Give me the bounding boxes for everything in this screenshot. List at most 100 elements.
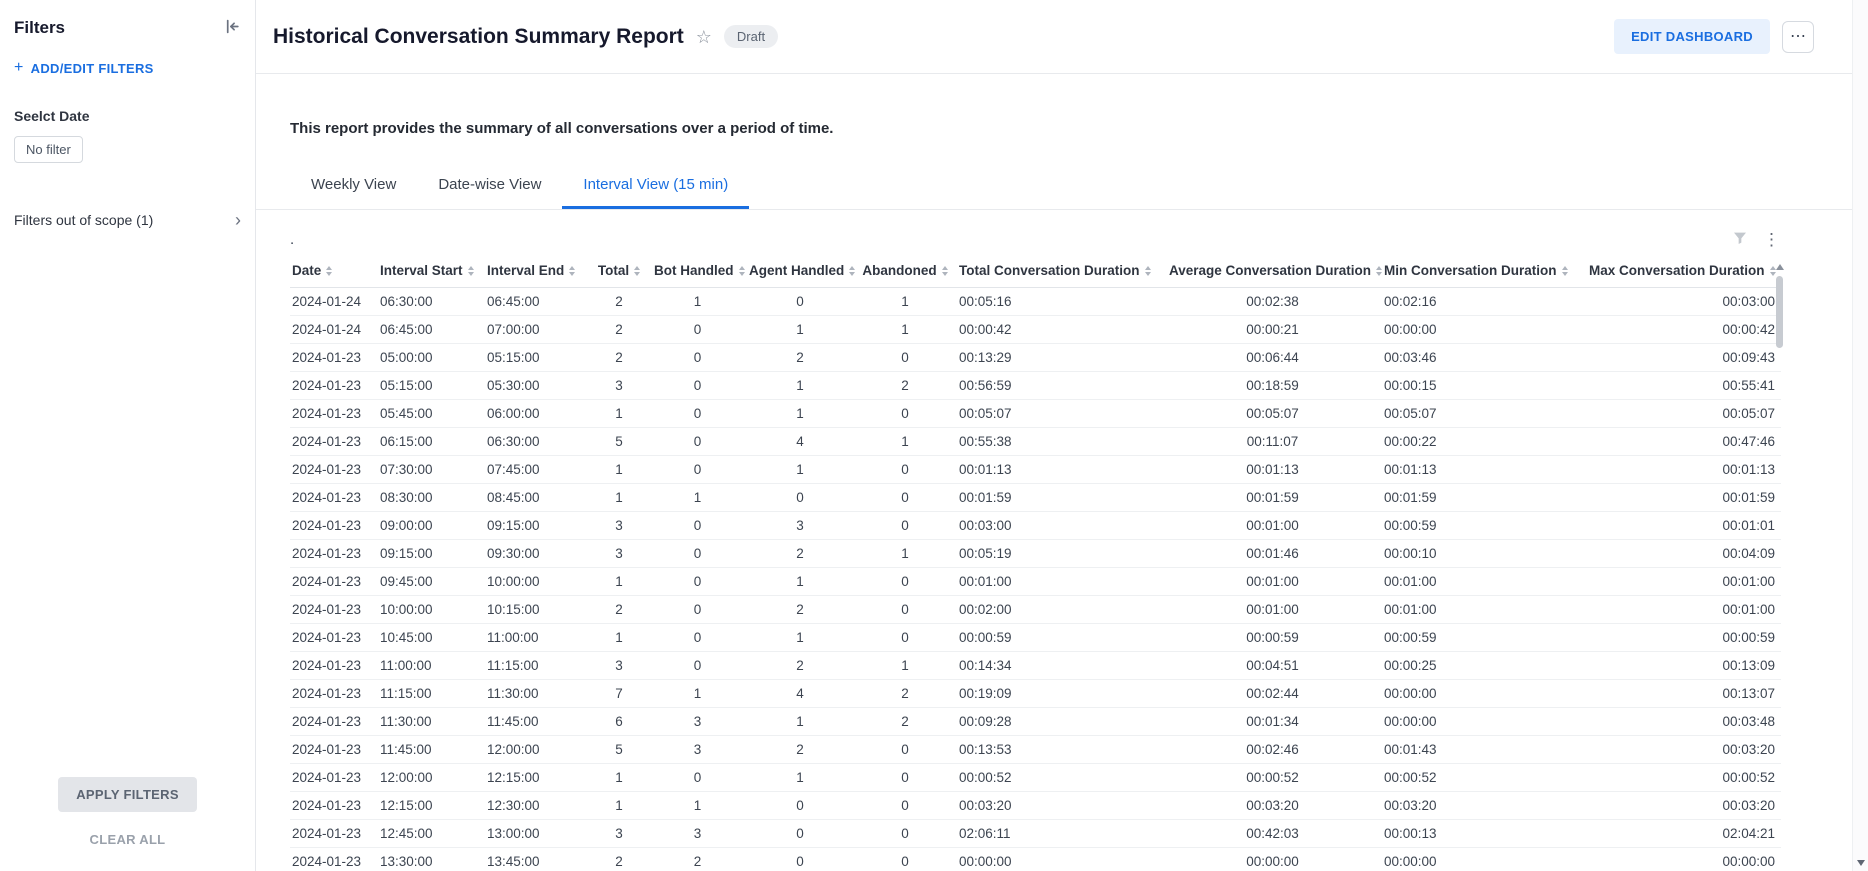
column-header-abandoned[interactable]: Abandoned [857,254,957,288]
cell-date: 2024-01-23 [290,680,378,708]
table-scrollbar-thumb[interactable] [1776,276,1783,348]
collapse-sidebar-button[interactable] [224,18,241,38]
cell-interval-start: 10:45:00 [378,624,485,652]
cell-agent-handled: 2 [747,652,857,680]
cell-agent-handled: 1 [747,400,857,428]
cell-total: 2 [590,288,652,316]
column-header-average-conversation-duration[interactable]: Average Conversation Duration [1167,254,1382,288]
column-label: Date [292,263,321,278]
column-header-interval-end[interactable]: Interval End [485,254,590,288]
add-edit-filters-label: ADD/EDIT FILTERS [31,61,154,76]
cell-date: 2024-01-23 [290,624,378,652]
view-tabs: Weekly ViewDate-wise ViewInterval View (… [256,162,1868,210]
cell-average-conversation-duration: 00:01:34 [1167,708,1382,736]
no-filter-chip[interactable]: No filter [14,136,83,163]
date-filter-label: Seelct Date [14,108,241,124]
cell-interval-end: 11:30:00 [485,680,590,708]
cell-interval-start: 06:30:00 [378,288,485,316]
cell-total-conversation-duration: 00:00:42 [957,316,1167,344]
tab-interval-view-15-min[interactable]: Interval View (15 min) [562,162,749,209]
table-row: 2024-01-2309:15:0009:30:00302100:05:1900… [290,540,1781,568]
cell-agent-handled: 1 [747,372,857,400]
cell-bot-handled: 1 [652,792,747,820]
table-filter-button[interactable] [1732,230,1748,249]
column-header-date[interactable]: Date [290,254,378,288]
cell-average-conversation-duration: 00:00:00 [1167,848,1382,871]
plus-icon: + [14,60,24,76]
cell-max-conversation-duration: 00:00:00 [1587,848,1781,871]
cell-total-conversation-duration: 00:05:07 [957,400,1167,428]
filters-out-of-scope-row[interactable]: Filters out of scope (1) › [14,211,241,229]
column-header-max-conversation-duration[interactable]: Max Conversation Duration [1587,254,1781,288]
cell-min-conversation-duration: 00:01:00 [1382,568,1587,596]
cell-average-conversation-duration: 00:03:20 [1167,792,1382,820]
cell-abandoned: 0 [857,484,957,512]
cell-total: 1 [590,764,652,792]
apply-filters-button[interactable]: APPLY FILTERS [58,777,197,812]
column-header-total[interactable]: Total [590,254,652,288]
cell-interval-end: 11:45:00 [485,708,590,736]
cell-min-conversation-duration: 00:02:16 [1382,288,1587,316]
sort-arrows-icon [1145,266,1151,276]
cell-min-conversation-duration: 00:00:10 [1382,540,1587,568]
cell-bot-handled: 1 [652,484,747,512]
cell-max-conversation-duration: 00:01:13 [1587,456,1781,484]
widget-toolbar: ⋮ [1732,230,1780,249]
cell-max-conversation-duration: 00:03:48 [1587,708,1781,736]
cell-total: 1 [590,484,652,512]
cell-interval-start: 11:15:00 [378,680,485,708]
sidebar-title: Filters [14,18,65,38]
cell-min-conversation-duration: 00:01:43 [1382,736,1587,764]
sort-arrows-icon [849,266,855,276]
clear-all-button[interactable]: CLEAR ALL [90,832,166,847]
cell-average-conversation-duration: 00:02:44 [1167,680,1382,708]
table-scrollbar[interactable] [1775,264,1784,871]
topbar-actions: EDIT DASHBOARD ⋯ [1614,19,1814,54]
cell-interval-end: 06:30:00 [485,428,590,456]
cell-max-conversation-duration: 00:00:42 [1587,316,1781,344]
cell-total-conversation-duration: 00:00:52 [957,764,1167,792]
cell-average-conversation-duration: 00:06:44 [1167,344,1382,372]
table-row: 2024-01-2311:15:0011:30:00714200:19:0900… [290,680,1781,708]
cell-interval-start: 09:00:00 [378,512,485,540]
star-favorite-icon[interactable]: ☆ [696,28,712,46]
cell-interval-end: 07:00:00 [485,316,590,344]
cell-total: 1 [590,624,652,652]
cell-min-conversation-duration: 00:00:25 [1382,652,1587,680]
cell-interval-end: 09:30:00 [485,540,590,568]
cell-abandoned: 0 [857,456,957,484]
cell-min-conversation-duration: 00:03:20 [1382,792,1587,820]
scroll-down-arrow-icon [1857,860,1865,866]
cell-min-conversation-duration: 00:00:00 [1382,316,1587,344]
cell-max-conversation-duration: 00:03:20 [1587,792,1781,820]
table-row: 2024-01-2311:30:0011:45:00631200:09:2800… [290,708,1781,736]
cell-min-conversation-duration: 00:05:07 [1382,400,1587,428]
cell-agent-handled: 0 [747,792,857,820]
column-header-agent-handled[interactable]: Agent Handled [747,254,857,288]
cell-bot-handled: 0 [652,540,747,568]
column-header-interval-start[interactable]: Interval Start [378,254,485,288]
sort-arrows-icon [942,266,948,276]
cell-max-conversation-duration: 00:01:00 [1587,568,1781,596]
cell-agent-handled: 0 [747,288,857,316]
tab-weekly-view[interactable]: Weekly View [290,162,417,209]
column-header-min-conversation-duration[interactable]: Min Conversation Duration [1382,254,1587,288]
cell-max-conversation-duration: 02:04:21 [1587,820,1781,848]
cell-interval-start: 05:15:00 [378,372,485,400]
column-header-total-conversation-duration[interactable]: Total Conversation Duration [957,254,1167,288]
cell-average-conversation-duration: 00:01:00 [1167,596,1382,624]
add-edit-filters-button[interactable]: + ADD/EDIT FILTERS [14,60,154,76]
column-header-bot-handled[interactable]: Bot Handled [652,254,747,288]
cell-agent-handled: 2 [747,344,857,372]
cell-total: 2 [590,596,652,624]
cell-agent-handled: 0 [747,848,857,871]
more-options-button[interactable]: ⋯ [1782,21,1814,53]
cell-total-conversation-duration: 00:05:19 [957,540,1167,568]
cell-abandoned: 1 [857,428,957,456]
edit-dashboard-button[interactable]: EDIT DASHBOARD [1614,19,1770,54]
cell-interval-end: 05:15:00 [485,344,590,372]
sort-arrows-icon [1562,266,1568,276]
table-menu-button[interactable]: ⋮ [1763,231,1780,248]
tab-date-wise-view[interactable]: Date-wise View [417,162,562,209]
page-scrollbar[interactable] [1852,0,1868,871]
